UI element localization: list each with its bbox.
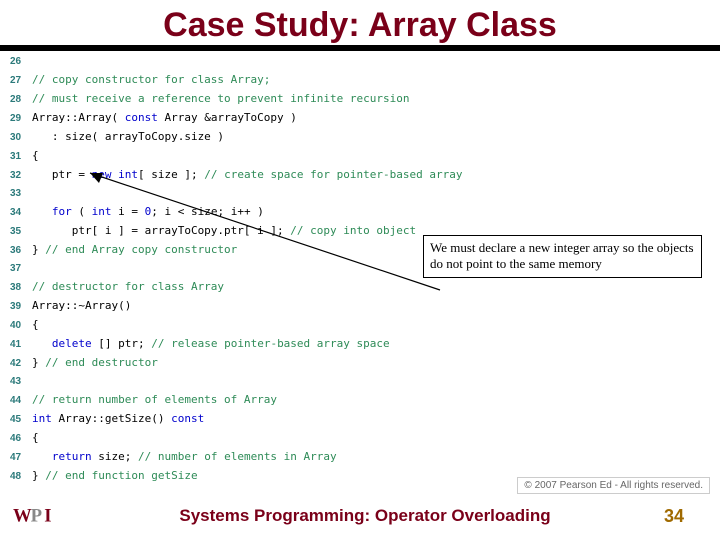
code-comment: // return number of elements of Array: [32, 391, 277, 409]
svg-text:I: I: [44, 506, 51, 527]
line-number: 35: [10, 223, 32, 241]
line-number: 29: [10, 110, 32, 128]
line-number: 46: [10, 430, 32, 448]
code-text: [32, 335, 52, 353]
code-keyword: int: [92, 203, 112, 221]
code-keyword: int: [32, 410, 52, 428]
code-comment: // copy into object: [290, 222, 416, 240]
line-number: 38: [10, 279, 32, 297]
svg-text:P: P: [31, 506, 42, 527]
code-comment: // end function getSize: [45, 467, 197, 485]
code-text: Array::Array(: [32, 109, 125, 127]
line-number: 41: [10, 336, 32, 354]
page-number: 34: [664, 506, 720, 527]
footer-text: Systems Programming: Operator Overloadin…: [66, 506, 664, 526]
line-number: 33: [10, 185, 32, 203]
line-number: 27: [10, 72, 32, 90]
line-number: 47: [10, 449, 32, 467]
code-text: {: [32, 316, 39, 334]
line-number: 37: [10, 260, 32, 278]
code-text: (: [72, 203, 92, 221]
line-number: 28: [10, 91, 32, 109]
code-text: {: [32, 147, 39, 165]
code-keyword: return: [52, 448, 92, 466]
line-number: 34: [10, 204, 32, 222]
code-comment: // destructor for class Array: [32, 278, 224, 296]
code-comment: // release pointer-based array space: [151, 335, 389, 353]
title-divider: [0, 45, 720, 51]
callout-box: We must declare a new integer array so t…: [423, 235, 702, 278]
code-text: size;: [92, 448, 138, 466]
line-number: 48: [10, 468, 32, 486]
code-comment: // number of elements in Array: [138, 448, 337, 466]
svg-text:W: W: [13, 506, 32, 527]
code-comment: // end Array copy constructor: [45, 241, 237, 259]
code-keyword: delete: [52, 335, 92, 353]
code-keyword: 0: [145, 203, 152, 221]
code-comment: // copy constructor for class Array;: [32, 71, 270, 89]
code-text: Array::~Array(): [32, 297, 131, 315]
line-number: 43: [10, 373, 32, 391]
line-number: 44: [10, 392, 32, 410]
wpi-logo-icon: W P I: [12, 503, 66, 529]
line-number: 26: [10, 53, 32, 71]
code-text: }: [32, 467, 45, 485]
code-text: {: [32, 429, 39, 447]
code-text: }: [32, 241, 45, 259]
code-text: Array::getSize(): [52, 410, 171, 428]
slide-title: Case Study: Array Class: [0, 0, 720, 45]
code-comment: // create space for pointer-based array: [204, 166, 462, 184]
code-keyword: const: [125, 109, 158, 127]
code-keyword: for: [52, 203, 72, 221]
line-number: 39: [10, 298, 32, 316]
line-number: 40: [10, 317, 32, 335]
code-text: : size( arrayToCopy.size ): [32, 128, 224, 146]
code-text: [32, 448, 52, 466]
code-text: Array &arrayToCopy ): [158, 109, 297, 127]
code-text: ptr =: [32, 166, 92, 184]
code-text: [111, 166, 118, 184]
line-number: 30: [10, 129, 32, 147]
line-number: 42: [10, 355, 32, 373]
code-keyword: new: [92, 166, 112, 184]
code-keyword: const: [171, 410, 204, 428]
line-number: 31: [10, 148, 32, 166]
code-text: ; i < size; i++ ): [151, 203, 264, 221]
code-text: [32, 203, 52, 221]
code-text: ptr[ i ] = arrayToCopy.ptr[ i ];: [32, 222, 290, 240]
code-keyword: int: [118, 166, 138, 184]
copyright-label: © 2007 Pearson Ed - All rights reserved.: [517, 477, 710, 494]
code-text: i =: [112, 203, 145, 221]
code-text: }: [32, 354, 45, 372]
code-text: [] ptr;: [92, 335, 152, 353]
code-comment: // end destructor: [45, 354, 158, 372]
code-comment: // must receive a reference to prevent i…: [32, 90, 410, 108]
line-number: 36: [10, 242, 32, 260]
code-text: [ size ];: [138, 166, 204, 184]
slide-footer: W P I Systems Programming: Operator Over…: [0, 498, 720, 534]
line-number: 45: [10, 411, 32, 429]
line-number: 32: [10, 167, 32, 185]
